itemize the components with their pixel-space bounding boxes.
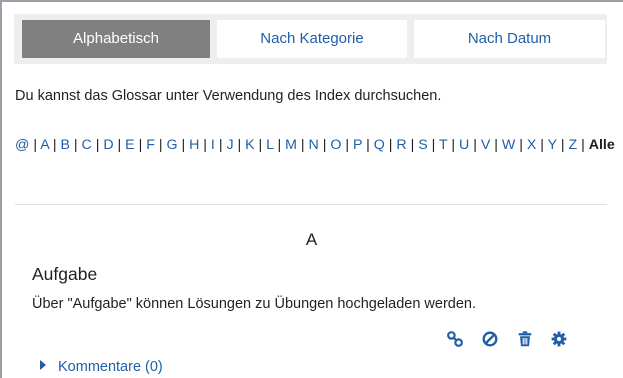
index-letter-link[interactable]: S	[418, 137, 427, 153]
index-separator: |	[199, 137, 211, 153]
index-separator: |	[556, 137, 569, 153]
index-letter-link[interactable]: A	[40, 137, 49, 153]
index-separator: |	[362, 137, 374, 153]
index-separator: |	[536, 137, 548, 153]
index-separator: |	[577, 137, 589, 153]
alphabet-index: @ | A | B | C | D | E | F | G | H | I | …	[15, 133, 621, 157]
index-letter-link[interactable]: J	[226, 137, 233, 153]
index-separator: |	[233, 137, 246, 153]
index-letter-link[interactable]: W	[502, 137, 515, 153]
index-separator: |	[406, 137, 419, 153]
index-separator: |	[469, 137, 481, 153]
index-separator: |	[91, 137, 104, 153]
index-letter-link[interactable]: C	[82, 137, 92, 153]
index-letter-link[interactable]: B	[60, 137, 69, 153]
caret-right-icon	[40, 360, 46, 370]
index-letter-link[interactable]: Q	[374, 137, 385, 153]
index-separator: |	[48, 137, 61, 153]
index-separator: |	[154, 137, 167, 153]
index-separator: |	[69, 137, 82, 153]
index-letter-link[interactable]: F	[146, 137, 155, 153]
index-separator: |	[490, 137, 502, 153]
index-separator: |	[447, 137, 460, 153]
index-separator: |	[384, 137, 397, 153]
index-letter-link[interactable]: D	[103, 137, 113, 153]
index-letter-link[interactable]: K	[245, 137, 254, 153]
index-letter-link[interactable]: H	[189, 137, 199, 153]
tab-by-category[interactable]: Nach Kategorie	[217, 20, 407, 58]
ban-icon[interactable]	[481, 330, 501, 350]
index-letter-link[interactable]: L	[266, 137, 273, 153]
gear-icon[interactable]	[550, 330, 570, 350]
entry-definition: Über "Aufgabe" können Lösungen zu Übunge…	[32, 296, 477, 312]
index-letter-link[interactable]: N	[309, 137, 319, 153]
trash-icon[interactable]	[516, 330, 536, 350]
link-icon[interactable]	[446, 330, 466, 350]
index-letter-link[interactable]: R	[396, 137, 406, 153]
window-frame-left	[0, 0, 2, 378]
entry-title: Aufgabe	[32, 264, 98, 284]
tab-by-date[interactable]: Nach Datum	[414, 20, 605, 58]
index-separator: |	[318, 137, 331, 153]
index-separator: |	[273, 137, 286, 153]
index-letter-link[interactable]: Z	[568, 137, 577, 153]
glossary-tabs: Alphabetisch Nach Kategorie Nach Datum	[14, 14, 607, 64]
index-separator: |	[177, 137, 190, 153]
comments-toggle[interactable]: Kommentare (0)	[40, 359, 163, 375]
window-frame-top	[0, 0, 623, 2]
index-separator: |	[254, 137, 267, 153]
index-letter-link[interactable]: V	[481, 137, 490, 153]
index-letter-link[interactable]: M	[285, 137, 297, 153]
index-letter-link[interactable]: Y	[548, 137, 557, 153]
index-letter-link[interactable]: E	[125, 137, 134, 153]
index-separator: |	[341, 137, 353, 153]
comments-label: Kommentare (0)	[58, 359, 163, 375]
section-letter-heading: A	[305, 230, 318, 249]
intro-text: Du kannst das Glossar unter Verwendung d…	[15, 88, 442, 104]
index-letter-link[interactable]: X	[527, 137, 536, 153]
index-letter-link[interactable]: @	[15, 137, 29, 153]
index-letter-link[interactable]: U	[459, 137, 469, 153]
index-letter-link[interactable]: P	[353, 137, 362, 153]
index-separator: |	[515, 137, 527, 153]
index-separator: |	[296, 137, 309, 153]
divider	[15, 204, 607, 205]
index-separator: |	[427, 137, 440, 153]
index-separator: |	[134, 137, 147, 153]
tab-alphabetical[interactable]: Alphabetisch	[22, 20, 210, 58]
index-letter-link[interactable]: O	[330, 137, 341, 153]
index-separator: |	[29, 137, 41, 153]
index-separator: |	[214, 137, 227, 153]
index-letter-link[interactable]: G	[166, 137, 177, 153]
index-separator: |	[113, 137, 126, 153]
index-all-current: Alle	[588, 137, 615, 153]
